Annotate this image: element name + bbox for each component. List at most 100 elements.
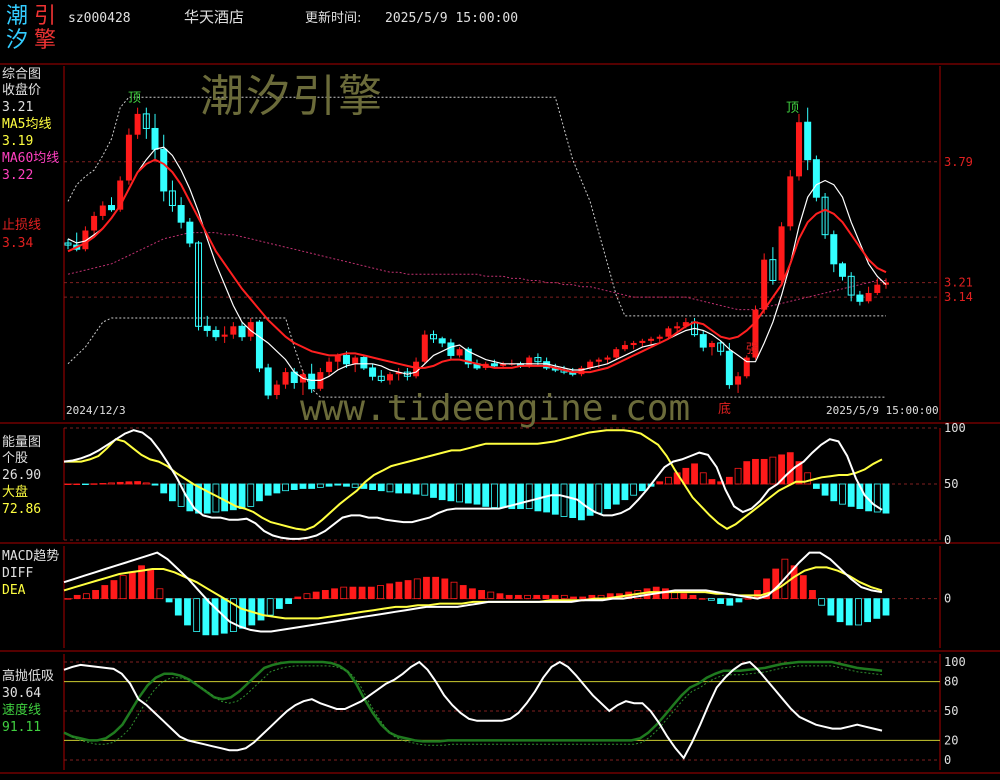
- macd-bar: [735, 598, 743, 603]
- energy-bar: [421, 483, 429, 496]
- macd-bar: [202, 598, 210, 636]
- energy-bar: [847, 483, 855, 507]
- macd-bar: [799, 575, 807, 600]
- candle-body: [438, 338, 446, 344]
- candle-body: [212, 329, 220, 338]
- energy-bar: [517, 483, 524, 510]
- macd-bar: [873, 598, 881, 619]
- energy-bar: [760, 458, 768, 485]
- candle-body: [490, 363, 498, 367]
- macd-bar: [156, 588, 164, 600]
- logo-char: 擎: [34, 28, 57, 53]
- candle-body: [787, 176, 794, 227]
- energy-bar: [125, 481, 133, 485]
- energy-bar: [699, 472, 707, 485]
- macd-bar: [193, 598, 201, 632]
- candle-body: [421, 334, 428, 362]
- macd-bar: [101, 585, 109, 600]
- hl-tick-label: 0: [944, 753, 951, 767]
- candle-body: [648, 338, 655, 341]
- macd-bar: [395, 581, 403, 600]
- candle-body: [856, 294, 864, 302]
- energy-bar: [769, 456, 777, 485]
- energy-bar: [377, 483, 385, 492]
- candle-body: [238, 325, 246, 338]
- macd-bar: [303, 593, 311, 600]
- energy-bar: [464, 483, 472, 504]
- macd-bar: [257, 598, 265, 621]
- candle-body: [282, 372, 289, 385]
- macd-bar: [514, 594, 522, 600]
- energy-bar: [447, 483, 455, 502]
- macd-bar: [689, 594, 697, 600]
- candle-body: [91, 215, 98, 231]
- strong-mark: 强: [746, 342, 760, 357]
- macd-bar: [579, 596, 587, 600]
- energy-bar: [734, 467, 742, 485]
- macd-bar: [772, 568, 780, 600]
- macd-bar: [864, 598, 872, 623]
- market-value: 72.86: [2, 502, 42, 517]
- macd-bar: [165, 598, 173, 603]
- energy-tick-label: 50: [944, 477, 958, 491]
- macd-bar: [818, 598, 826, 606]
- hl-tick-label: 80: [944, 675, 958, 689]
- macd-bar: [92, 590, 99, 600]
- energy-bar: [247, 483, 255, 507]
- candle-body: [273, 384, 280, 396]
- channel-line: [67, 317, 886, 398]
- energy-bar: [438, 483, 446, 501]
- energy-bar: [682, 467, 690, 485]
- energy-bar: [273, 483, 281, 494]
- energy-bar: [386, 483, 394, 493]
- macd-bar: [377, 585, 384, 600]
- macd-bar: [386, 583, 394, 600]
- candle-body: [595, 359, 602, 362]
- energy-tick-label: 100: [944, 421, 966, 435]
- candle-body: [665, 328, 672, 337]
- energy-bar: [64, 483, 72, 486]
- stock-value: 26.90: [2, 468, 42, 483]
- speed-line: [63, 660, 883, 743]
- energy-bar: [282, 483, 289, 492]
- candle-body: [830, 234, 838, 265]
- macd-bar: [505, 594, 513, 600]
- candle-body: [865, 292, 872, 302]
- energy-bar: [203, 483, 211, 514]
- panel1-title: 综合图: [2, 67, 42, 82]
- energy-bar: [264, 483, 272, 496]
- macd-bar: [404, 580, 412, 600]
- candle-body: [874, 284, 881, 293]
- macd-bar: [845, 598, 853, 626]
- candle-body: [369, 367, 377, 377]
- candle-body: [134, 113, 141, 135]
- energy-bar: [621, 483, 629, 501]
- energy-bar: [830, 483, 838, 502]
- macd-bar: [184, 598, 191, 626]
- candle-body: [630, 342, 637, 346]
- candle-body: [778, 226, 785, 281]
- candle-body: [447, 342, 455, 356]
- ma60-value: 3.22: [2, 168, 34, 183]
- energy-bar: [151, 483, 159, 486]
- energy-bar: [665, 476, 672, 485]
- macd-bar: [717, 598, 724, 604]
- panel3-title: MACD趋势: [2, 549, 60, 564]
- macd-bar: [680, 593, 688, 600]
- candle-body: [804, 121, 812, 161]
- update-label: 更新时间:: [305, 11, 362, 26]
- candle-body: [177, 205, 185, 223]
- candle-body: [230, 326, 237, 335]
- energy-bar: [752, 458, 759, 485]
- macd-bar: [73, 594, 81, 600]
- energy-bar: [369, 483, 376, 490]
- end-date: 2025/5/9 15:00:00: [826, 404, 939, 417]
- energy-bar: [169, 483, 176, 502]
- price-tick-label: 3.21: [944, 276, 973, 290]
- update-time: 2025/5/9 15:00:00: [385, 11, 519, 26]
- energy-bar: [725, 476, 733, 485]
- macd-bar: [809, 590, 816, 600]
- macd-bar: [827, 598, 835, 616]
- candle-body: [812, 159, 820, 198]
- candle-body: [203, 325, 211, 331]
